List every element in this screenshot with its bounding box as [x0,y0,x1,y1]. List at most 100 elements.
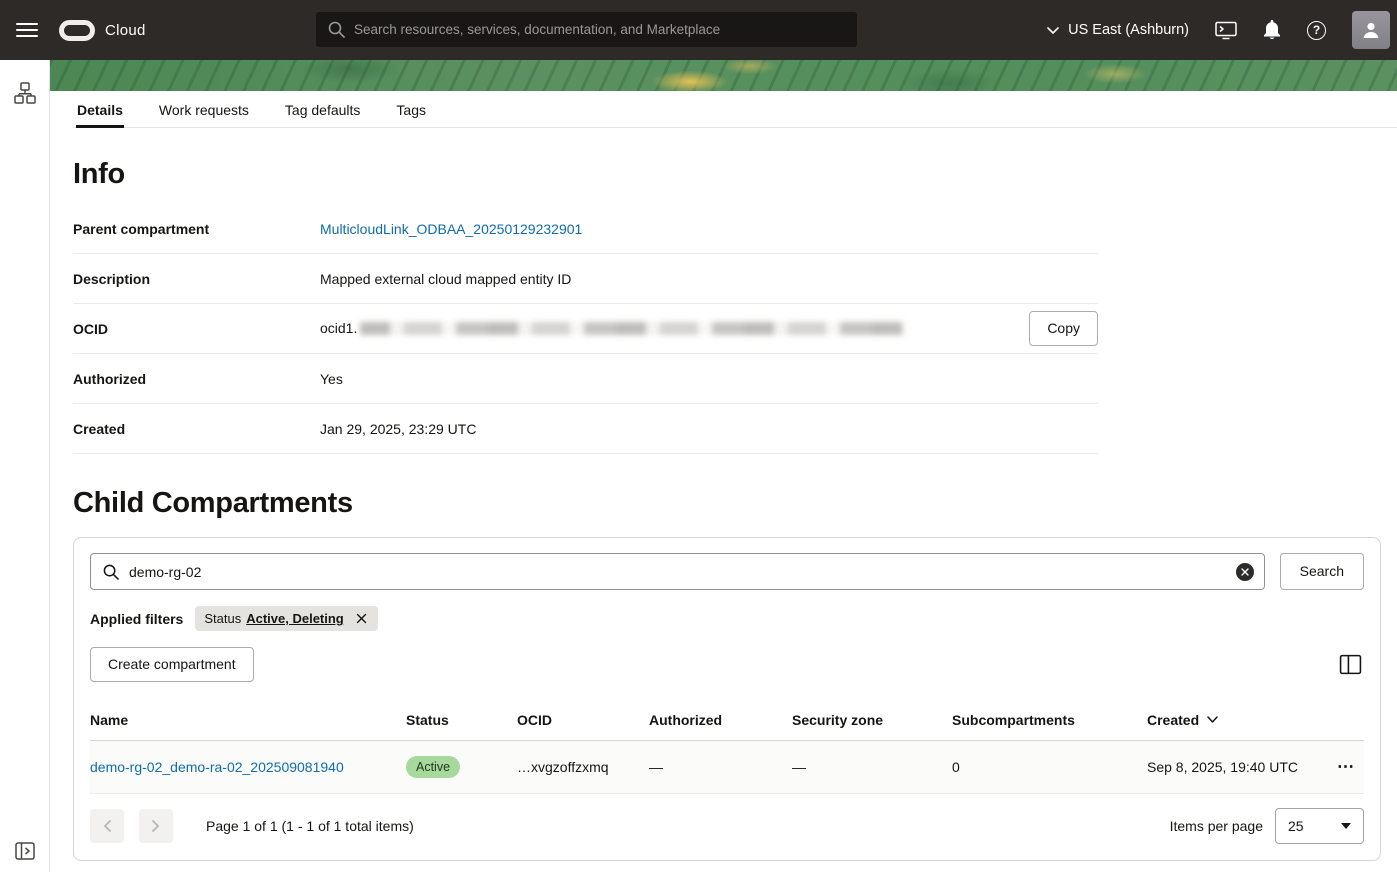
ocid-redacted-value [360,322,905,335]
columns-icon [1339,654,1362,675]
cell-authorized: — [649,759,792,775]
parent-compartment-link[interactable]: MulticloudLink_ODBAA_20250129232901 [320,221,582,237]
compartments-nav-item[interactable] [0,81,49,105]
column-header-security-zone[interactable]: Security zone [792,712,952,728]
sort-chevron-down-icon [1207,716,1218,723]
column-header-authorized[interactable]: Authorized [649,712,792,728]
tab-bar: Details Work requests Tag defaults Tags [73,91,1397,128]
notifications-button[interactable] [1263,20,1281,40]
column-header-subcompartments[interactable]: Subcompartments [952,712,1147,728]
applied-filters-row: Applied filters Status Active, Deleting [90,606,1364,631]
compartment-search-row: Search [90,553,1364,590]
pagination-status: Page 1 of 1 (1 - 1 of 1 total items) [206,818,414,834]
cell-security-zone: — [792,759,952,775]
compartment-name-link[interactable]: demo-rg-02_demo-ra-02_202509081940 [90,759,344,775]
column-header-created-label: Created [1147,712,1199,728]
info-label: Description [73,271,320,287]
info-row-created: Created Jan 29, 2025, 23:29 UTC [73,404,1098,454]
help-glyph: ? [1313,24,1320,36]
caret-down-icon [1341,823,1351,829]
global-search-input[interactable] [354,22,845,37]
cloud-shell-button[interactable] [1215,21,1237,40]
main-content: Details Work requests Tag defaults Tags … [50,91,1397,872]
user-icon [1361,20,1381,40]
brand-label: Cloud [105,22,146,39]
status-filter-chip: Status Active, Deleting [195,606,377,631]
chevron-left-icon [103,820,111,832]
description-value: Mapped external cloud mapped entity ID [320,271,571,287]
chevron-down-icon [1047,27,1059,34]
info-label: Parent compartment [73,221,320,237]
info-label: Created [73,421,320,437]
cell-subcompartments: 0 [952,759,1147,775]
copy-ocid-button[interactable]: Copy [1029,311,1098,346]
column-settings-button[interactable] [1337,652,1364,677]
table-header-row: Name Status OCID Authorized Security zon… [90,706,1364,741]
table-row: demo-rg-02_demo-ra-02_202509081940 Activ… [90,741,1364,794]
ocid-prefix: ocid1. [320,320,357,336]
close-icon [356,613,367,624]
search-icon [103,564,119,580]
previous-page-button[interactable] [90,809,124,843]
expand-panel-button[interactable] [0,842,49,860]
items-per-page-label: Items per page [1170,818,1263,834]
chip-prefix: Status [204,611,241,626]
remove-filter-button[interactable] [354,611,369,626]
create-compartment-button[interactable]: Create compartment [90,647,254,682]
row-actions-menu-button[interactable]: ⋯ [1337,757,1355,776]
sidebar [0,60,50,872]
next-page-button[interactable] [139,809,173,843]
info-row-ocid: OCID ocid1. Copy [73,304,1098,354]
cell-ocid: …xvgzoffzxmq [517,759,649,775]
cell-created: Sep 8, 2025, 19:40 UTC [1147,759,1337,775]
column-header-ocid[interactable]: OCID [517,712,649,728]
info-row-authorized: Authorized Yes [73,354,1098,404]
expand-panel-icon [15,842,35,860]
cloud-shell-icon [1215,21,1237,40]
help-icon: ? [1307,21,1326,40]
column-header-status[interactable]: Status [406,712,517,728]
created-value: Jan 29, 2025, 23:29 UTC [320,421,476,437]
tab-work-requests[interactable]: Work requests [158,91,250,127]
column-header-created[interactable]: Created [1147,712,1337,728]
child-compartments-panel: Search Applied filters Status Active, De… [73,537,1381,861]
chevron-right-icon [152,820,160,832]
info-heading: Info [73,158,1381,191]
hamburger-menu-button[interactable] [16,22,42,38]
pagination-bar: Page 1 of 1 (1 - 1 of 1 total items) Ite… [90,808,1364,844]
applied-filters-label: Applied filters [90,611,183,627]
info-label: Authorized [73,371,320,387]
region-label: US East (Ashburn) [1068,22,1189,38]
child-compartments-heading: Child Compartments [73,487,1381,520]
close-icon [1241,568,1249,576]
region-selector[interactable]: US East (Ashburn) [1047,22,1189,38]
search-icon [328,21,345,38]
info-section: Parent compartment MulticloudLink_ODBAA_… [73,204,1098,454]
items-per-page-select[interactable]: 25 [1275,808,1364,844]
authorized-value: Yes [320,371,343,387]
clear-search-button[interactable] [1236,563,1254,581]
tab-details[interactable]: Details [76,91,124,127]
help-button[interactable]: ? [1307,21,1326,40]
info-row-description: Description Mapped external cloud mapped… [73,254,1098,304]
compartments-icon [13,81,37,105]
search-button[interactable]: Search [1280,553,1364,590]
profile-avatar[interactable] [1352,11,1390,49]
global-search-box[interactable] [316,12,857,47]
info-label: OCID [73,321,320,337]
chip-filter-value-link[interactable]: Active, Deleting [246,611,344,626]
tab-tags[interactable]: Tags [395,91,427,127]
table-toolbar: Create compartment [90,647,1364,682]
info-row-parent-compartment: Parent compartment MulticloudLink_ODBAA_… [73,204,1098,254]
status-badge: Active [406,756,460,778]
oracle-logo-icon[interactable] [59,20,95,41]
column-header-name[interactable]: Name [90,712,406,728]
hamburger-icon [16,22,38,38]
topbar: Cloud US East (Ashburn) ? [0,0,1397,60]
items-per-page-group: Items per page 25 [1170,808,1364,844]
tab-tag-defaults[interactable]: Tag defaults [284,91,362,127]
compartment-search-input[interactable] [129,564,1226,580]
topbar-actions: US East (Ashburn) ? [1047,11,1397,49]
page-banner [50,60,1397,91]
compartment-search-box[interactable] [90,553,1265,590]
